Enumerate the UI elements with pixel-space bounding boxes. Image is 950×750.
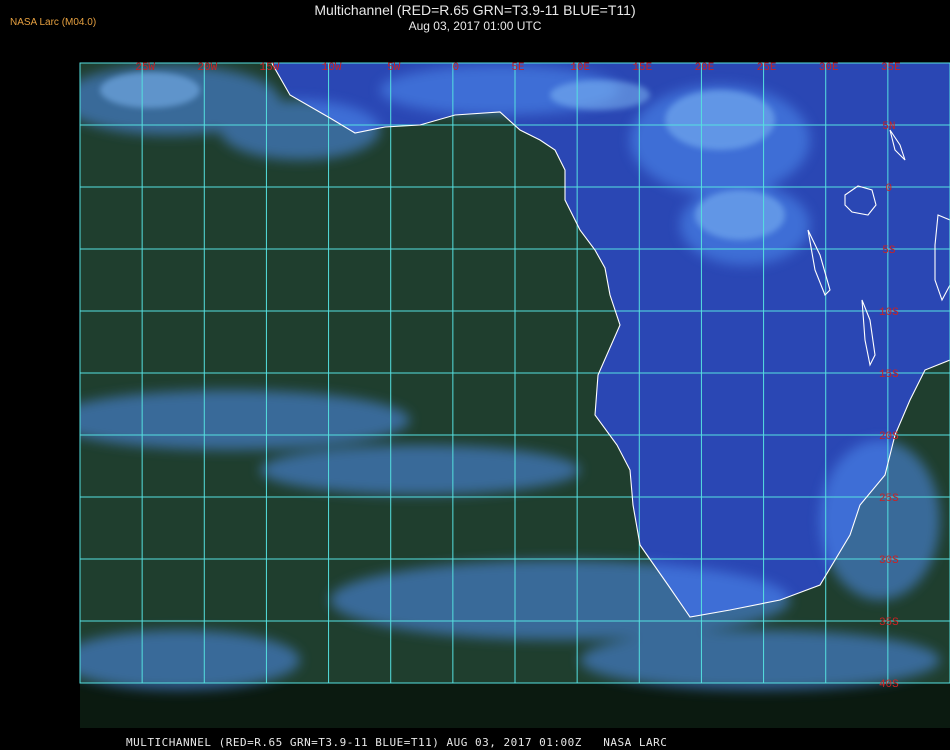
latitude-label: 15S [879, 369, 899, 381]
latitude-label: 40S [879, 679, 899, 691]
latitude-label: 30S [879, 555, 899, 567]
longitude-label: 0 [453, 62, 460, 74]
latitude-label: 10S [879, 307, 899, 319]
latitude-label: 5S [882, 245, 896, 257]
longitude-label: 25W [135, 62, 155, 74]
longitude-label: 10W [322, 62, 342, 74]
longitude-label: 30E [819, 62, 839, 74]
latitude-label: 35S [879, 617, 899, 629]
latitude-label: 5N [882, 121, 895, 133]
longitude-label: 35E [881, 62, 901, 74]
longitude-label: 10E [570, 62, 590, 74]
latitude-label: 25S [879, 493, 899, 505]
latitude-label: 20S [879, 431, 899, 443]
footer-caption: MULTICHANNEL (RED=R.65 GRN=T3.9-11 BLUE=… [126, 736, 668, 749]
latitude-label: 0 [886, 183, 893, 195]
satellite-map: 25W 20W 15W 10W 5W 0 5E 10E 15E 20E 25E 30E 35E 5N 0 5… [79, 62, 950, 728]
longitude-label: 15W [260, 62, 280, 74]
longitude-label: 5E [511, 62, 525, 74]
longitude-label: 5W [387, 62, 401, 74]
longitude-label: 25E [757, 62, 777, 74]
longitude-label: 20W [197, 62, 217, 74]
longitude-label: 20E [695, 62, 715, 74]
longitude-label: 15E [632, 62, 652, 74]
